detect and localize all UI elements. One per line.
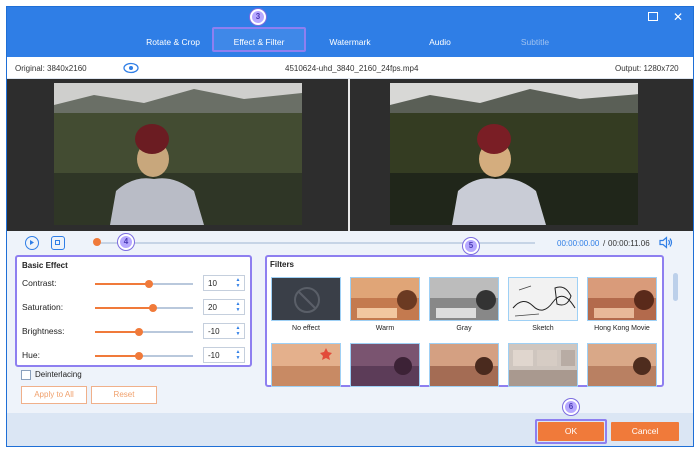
footer-bar: 6 OK Cancel xyxy=(7,399,693,446)
original-preview xyxy=(54,83,302,225)
hue-label: Hue: xyxy=(22,350,40,360)
ok-button[interactable]: OK xyxy=(538,422,604,441)
output-resolution: Output: 1280x720 xyxy=(615,64,679,73)
filter-thumb-warm[interactable] xyxy=(350,277,420,321)
filter-label-hong-kong-movie: Hong Kong Movie xyxy=(594,325,650,332)
original-resolution: Original: 3840x2160 xyxy=(15,64,87,73)
filters-title: Filters xyxy=(270,260,295,269)
basic-effect-title: Basic Effect xyxy=(22,261,68,270)
filters-panel: Filters No effect Warm Gray Sketch Hong … xyxy=(265,255,664,387)
filter-thumb-sketch[interactable] xyxy=(508,277,578,321)
saturation-label: Saturation: xyxy=(22,302,64,312)
contrast-label: Contrast: xyxy=(22,278,57,288)
apply-to-all-button[interactable]: Apply to All xyxy=(21,386,87,404)
filter-label-gray: Gray xyxy=(456,325,472,332)
brightness-slider[interactable] xyxy=(95,328,193,336)
time-separator: / xyxy=(603,239,606,248)
tab-rotate-crop[interactable]: Rotate & Crop xyxy=(133,31,213,57)
volume-icon[interactable] xyxy=(659,236,673,254)
eye-icon[interactable] xyxy=(123,62,139,76)
video-editor-window: ✕ Rotate & Crop Effect & Filter Watermar… xyxy=(6,6,694,447)
brightness-label: Brightness: xyxy=(22,326,65,336)
current-time: 00:00:00.00 xyxy=(557,239,600,248)
step-marker-4: 4 xyxy=(118,234,134,250)
preview-divider xyxy=(348,79,350,231)
deinterlacing-label: Deinterlacing xyxy=(35,370,82,379)
hue-slider[interactable] xyxy=(95,352,193,360)
filters-scrollbar[interactable] xyxy=(673,273,678,301)
filter-label-sketch: Sketch xyxy=(532,325,554,332)
spinner-arrows-icon[interactable]: ▲ ▼ xyxy=(234,325,242,337)
contrast-slider-handle[interactable] xyxy=(145,280,153,288)
brightness-slider-handle[interactable] xyxy=(135,328,143,336)
saturation-slider-handle[interactable] xyxy=(149,304,157,312)
hue-slider-handle[interactable] xyxy=(135,352,143,360)
saturation-slider[interactable] xyxy=(95,304,193,312)
contrast-slider[interactable] xyxy=(95,280,193,288)
maximize-icon[interactable] xyxy=(648,12,658,21)
play-icon[interactable] xyxy=(25,236,39,250)
timeline-handle[interactable] xyxy=(93,238,101,246)
saturation-input[interactable]: 20 ▲ ▼ xyxy=(203,299,245,315)
tab-watermark[interactable]: Watermark xyxy=(320,31,380,57)
filter-thumb-7[interactable] xyxy=(350,343,420,387)
step-marker-3: 3 xyxy=(250,9,266,25)
playback-bar: 4 00:00:00.00 / 00:00:11.06 xyxy=(7,231,693,255)
contrast-input[interactable]: 10 ▲ ▼ xyxy=(203,275,245,291)
filter-label-no-effect: No effect xyxy=(292,325,320,332)
filter-thumb-6[interactable] xyxy=(271,343,341,387)
output-preview xyxy=(390,83,638,225)
step-marker-5: 5 xyxy=(463,238,479,254)
spinner-arrows-icon[interactable]: ▲ ▼ xyxy=(234,277,242,289)
basic-effect-panel: Basic Effect Contrast: 10 ▲ ▼ Saturation: … xyxy=(15,255,252,367)
reset-button[interactable]: Reset xyxy=(91,386,157,404)
file-name: 4510624-uhd_3840_2160_24fps.mp4 xyxy=(285,64,419,73)
filter-thumb-10[interactable] xyxy=(587,343,657,387)
spinner-arrows-icon[interactable]: ▲ ▼ xyxy=(234,301,242,313)
info-bar: Original: 3840x2160 4510624-uhd_3840_216… xyxy=(7,57,693,79)
tab-effect-filter[interactable]: Effect & Filter xyxy=(214,31,304,57)
deinterlacing-checkbox[interactable] xyxy=(21,370,31,380)
brightness-input[interactable]: -10 ▲ ▼ xyxy=(203,323,245,339)
preview-area xyxy=(7,79,693,231)
total-time: 00:00:11.06 xyxy=(608,239,650,248)
cancel-button[interactable]: Cancel xyxy=(611,422,679,441)
filter-thumb-9[interactable] xyxy=(508,343,578,387)
step-marker-6: 6 xyxy=(563,399,579,415)
spinner-arrows-icon[interactable]: ▲ ▼ xyxy=(234,349,242,361)
title-bar: ✕ Rotate & Crop Effect & Filter Watermar… xyxy=(7,7,693,57)
filter-thumb-8[interactable] xyxy=(429,343,499,387)
tab-subtitle: Subtitle xyxy=(520,37,550,47)
filter-thumb-gray[interactable] xyxy=(429,277,499,321)
hue-input[interactable]: -10 ▲ ▼ xyxy=(203,347,245,363)
filter-thumb-no-effect[interactable] xyxy=(271,277,341,321)
filter-thumb-hong-kong-movie[interactable] xyxy=(587,277,657,321)
tab-audio[interactable]: Audio xyxy=(420,31,460,57)
stop-icon[interactable] xyxy=(51,236,65,250)
close-icon[interactable]: ✕ xyxy=(671,10,685,24)
filter-label-warm: Warm xyxy=(375,325,395,332)
